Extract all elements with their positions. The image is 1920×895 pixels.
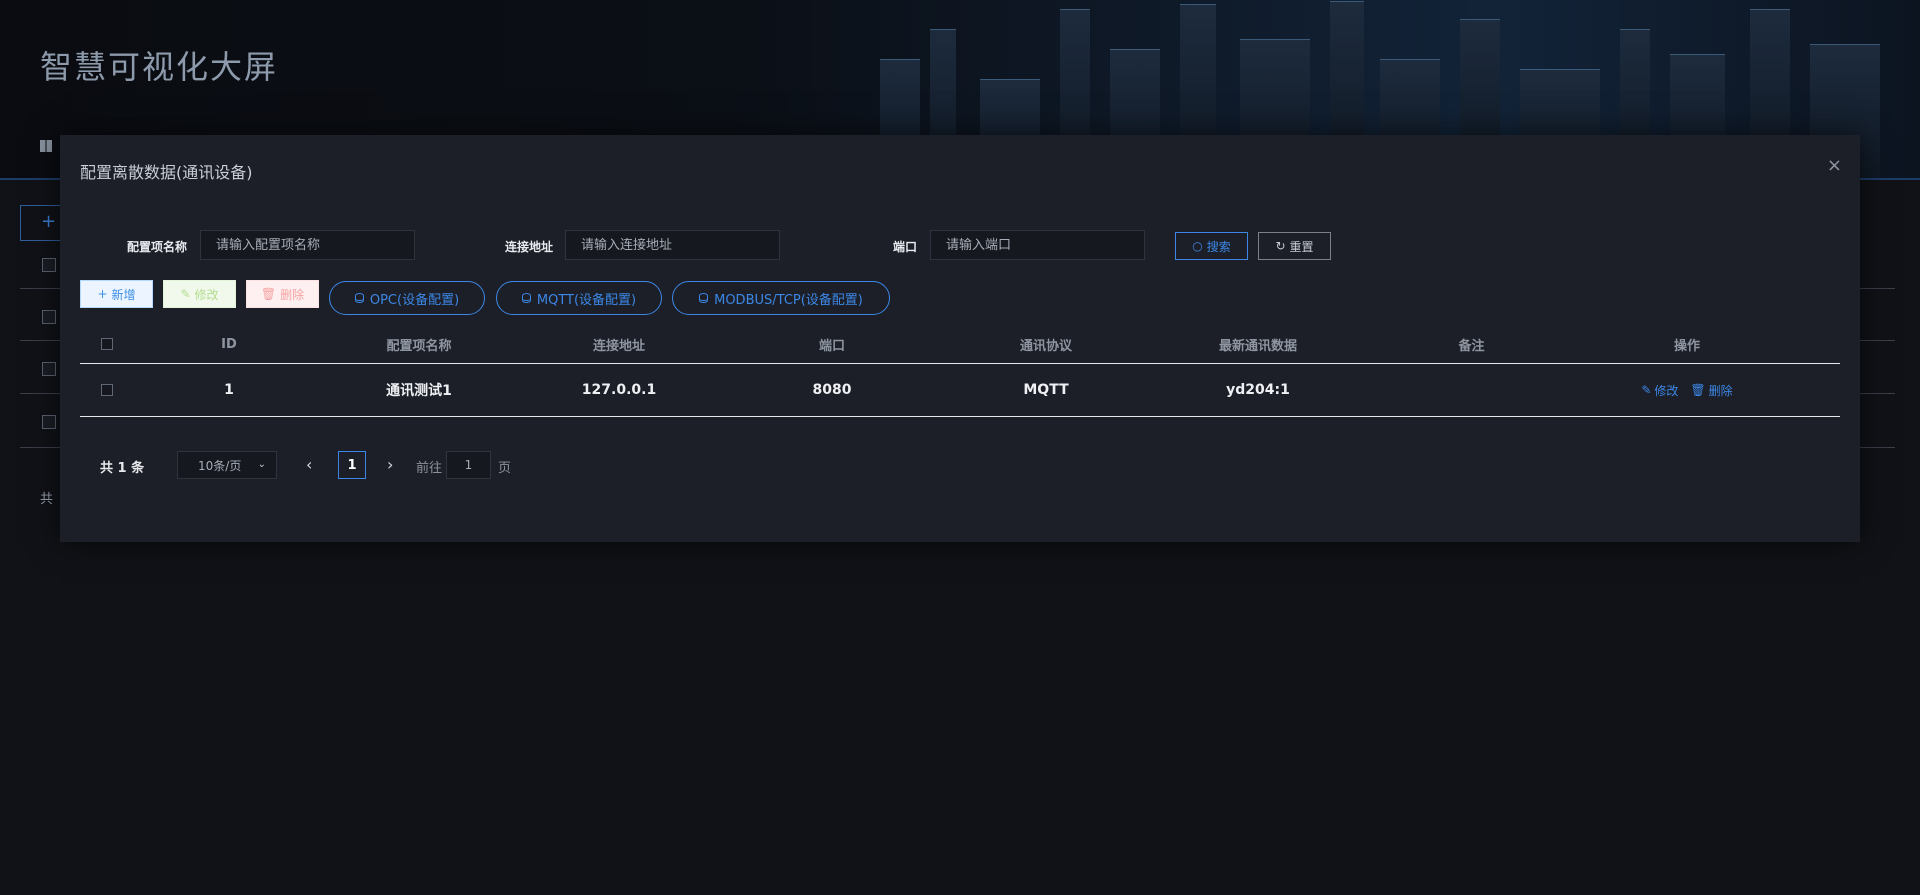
column-header-actions: 操作 xyxy=(1673,338,1700,354)
page-suffix-label: 页 xyxy=(498,461,512,476)
plus-icon: + xyxy=(97,287,108,301)
column-header-protocol: 通讯协议 xyxy=(1019,338,1072,354)
row-delete-label: 删除 xyxy=(1708,383,1733,398)
chevron-down-icon: ⌄ xyxy=(257,459,266,470)
close-icon[interactable]: × xyxy=(1827,155,1842,176)
cell-port: 8080 xyxy=(812,382,852,398)
reset-button[interactable]: ↻ 重置 xyxy=(1258,232,1331,260)
modbus-config-label: MODBUS/TCP(设备配置) xyxy=(714,292,863,308)
database-icon xyxy=(699,293,709,303)
cell-latest-data: yd204:1 xyxy=(1226,382,1290,398)
column-header-address: 连接地址 xyxy=(592,338,645,354)
trash-icon: 🗑 xyxy=(260,287,277,301)
chevron-left-icon[interactable]: ‹ xyxy=(306,455,312,474)
chevron-right-icon[interactable]: › xyxy=(387,455,393,474)
address-filter-input[interactable] xyxy=(565,230,780,260)
edit-button[interactable]: ✎ 修改 xyxy=(163,280,236,308)
column-header-latest-data: 最新通讯数据 xyxy=(1218,338,1297,354)
pagination: 共 1 条 10条/页 ⌄ ‹ 1 › 前往 页 xyxy=(80,451,680,479)
table-header: ID 配置项名称 连接地址 端口 通讯协议 最新通讯数据 备注 操作 xyxy=(80,325,1840,364)
cell-address: 127.0.0.1 xyxy=(581,382,657,398)
column-header-port: 端口 xyxy=(818,338,845,354)
cell-remark xyxy=(1364,364,1579,416)
background-checkbox xyxy=(42,415,56,429)
cell-id: 1 xyxy=(224,382,234,398)
row-delete-link[interactable]: 🗑 删除 xyxy=(1690,382,1732,399)
add-button-label: 新增 xyxy=(111,287,136,302)
cell-protocol: MQTT xyxy=(1023,382,1069,398)
background-checkbox xyxy=(42,310,56,324)
dialog-title: 配置离散数据(通讯设备) xyxy=(80,163,253,182)
column-header-name: 配置项名称 xyxy=(386,338,452,354)
name-filter-input[interactable] xyxy=(200,230,415,260)
port-filter-label: 端口 xyxy=(893,240,918,254)
row-edit-label: 修改 xyxy=(1654,383,1679,398)
pencil-icon: ✎ xyxy=(1641,383,1652,397)
trash-icon: 🗑 xyxy=(1690,383,1706,397)
mqtt-config-button[interactable]: MQTT(设备配置) xyxy=(496,281,662,315)
app-title: 智慧可视化大屏 xyxy=(40,48,279,86)
pagination-total: 共 1 条 xyxy=(100,461,145,476)
goto-page-input[interactable] xyxy=(446,451,491,479)
search-button-label: 搜索 xyxy=(1206,239,1231,254)
grid-icon xyxy=(40,140,52,152)
mqtt-config-label: MQTT(设备配置) xyxy=(536,292,637,308)
database-icon xyxy=(521,293,531,303)
row-checkbox-cell xyxy=(80,364,134,416)
database-icon xyxy=(354,293,364,303)
edit-button-label: 修改 xyxy=(194,287,219,302)
search-button[interactable]: ○ 搜索 xyxy=(1175,232,1248,260)
config-dialog: 配置离散数据(通讯设备) × 配置项名称 连接地址 端口 ○ 搜索 ↻ 重置 +… xyxy=(60,135,1860,542)
background-add-button: + xyxy=(20,205,62,241)
cell-name: 通讯测试1 xyxy=(386,383,452,399)
table-row: 1 通讯测试1 127.0.0.1 8080 MQTT yd204:1 ✎ 修改… xyxy=(80,364,1840,417)
row-checkbox[interactable] xyxy=(101,384,113,396)
modbus-config-button[interactable]: MODBUS/TCP(设备配置) xyxy=(672,281,890,315)
current-page-button[interactable]: 1 xyxy=(338,451,366,479)
page-size-value: 10条/页 xyxy=(198,458,242,473)
column-header-id: ID xyxy=(221,336,237,352)
background-checkbox xyxy=(42,258,56,272)
column-header-remark: 备注 xyxy=(1458,338,1485,354)
port-filter-input[interactable] xyxy=(930,230,1145,260)
select-all-checkbox[interactable] xyxy=(101,338,113,350)
device-table: ID 配置项名称 连接地址 端口 通讯协议 最新通讯数据 备注 操作 1 通讯测… xyxy=(80,325,1840,417)
delete-button-label: 删除 xyxy=(280,287,305,302)
cell-actions: ✎ 修改 🗑 删除 xyxy=(1579,364,1795,416)
background-footer-total: 共 xyxy=(40,492,54,507)
goto-label: 前往 xyxy=(416,461,443,476)
opc-config-label: OPC(设备配置) xyxy=(369,292,460,308)
reset-button-label: 重置 xyxy=(1289,239,1314,254)
name-filter-label: 配置项名称 xyxy=(127,240,188,254)
delete-button[interactable]: 🗑 删除 xyxy=(246,280,319,308)
opc-config-button[interactable]: OPC(设备配置) xyxy=(329,281,485,315)
search-icon: ○ xyxy=(1192,239,1203,253)
refresh-icon: ↻ xyxy=(1275,239,1286,253)
header-checkbox-cell xyxy=(80,325,134,363)
background-checkbox xyxy=(42,362,56,376)
address-filter-label: 连接地址 xyxy=(505,240,554,254)
add-button[interactable]: + 新增 xyxy=(80,280,153,308)
row-edit-link[interactable]: ✎ 修改 xyxy=(1641,382,1678,399)
page-size-select[interactable]: 10条/页 ⌄ xyxy=(177,451,277,479)
pencil-icon: ✎ xyxy=(180,287,191,301)
